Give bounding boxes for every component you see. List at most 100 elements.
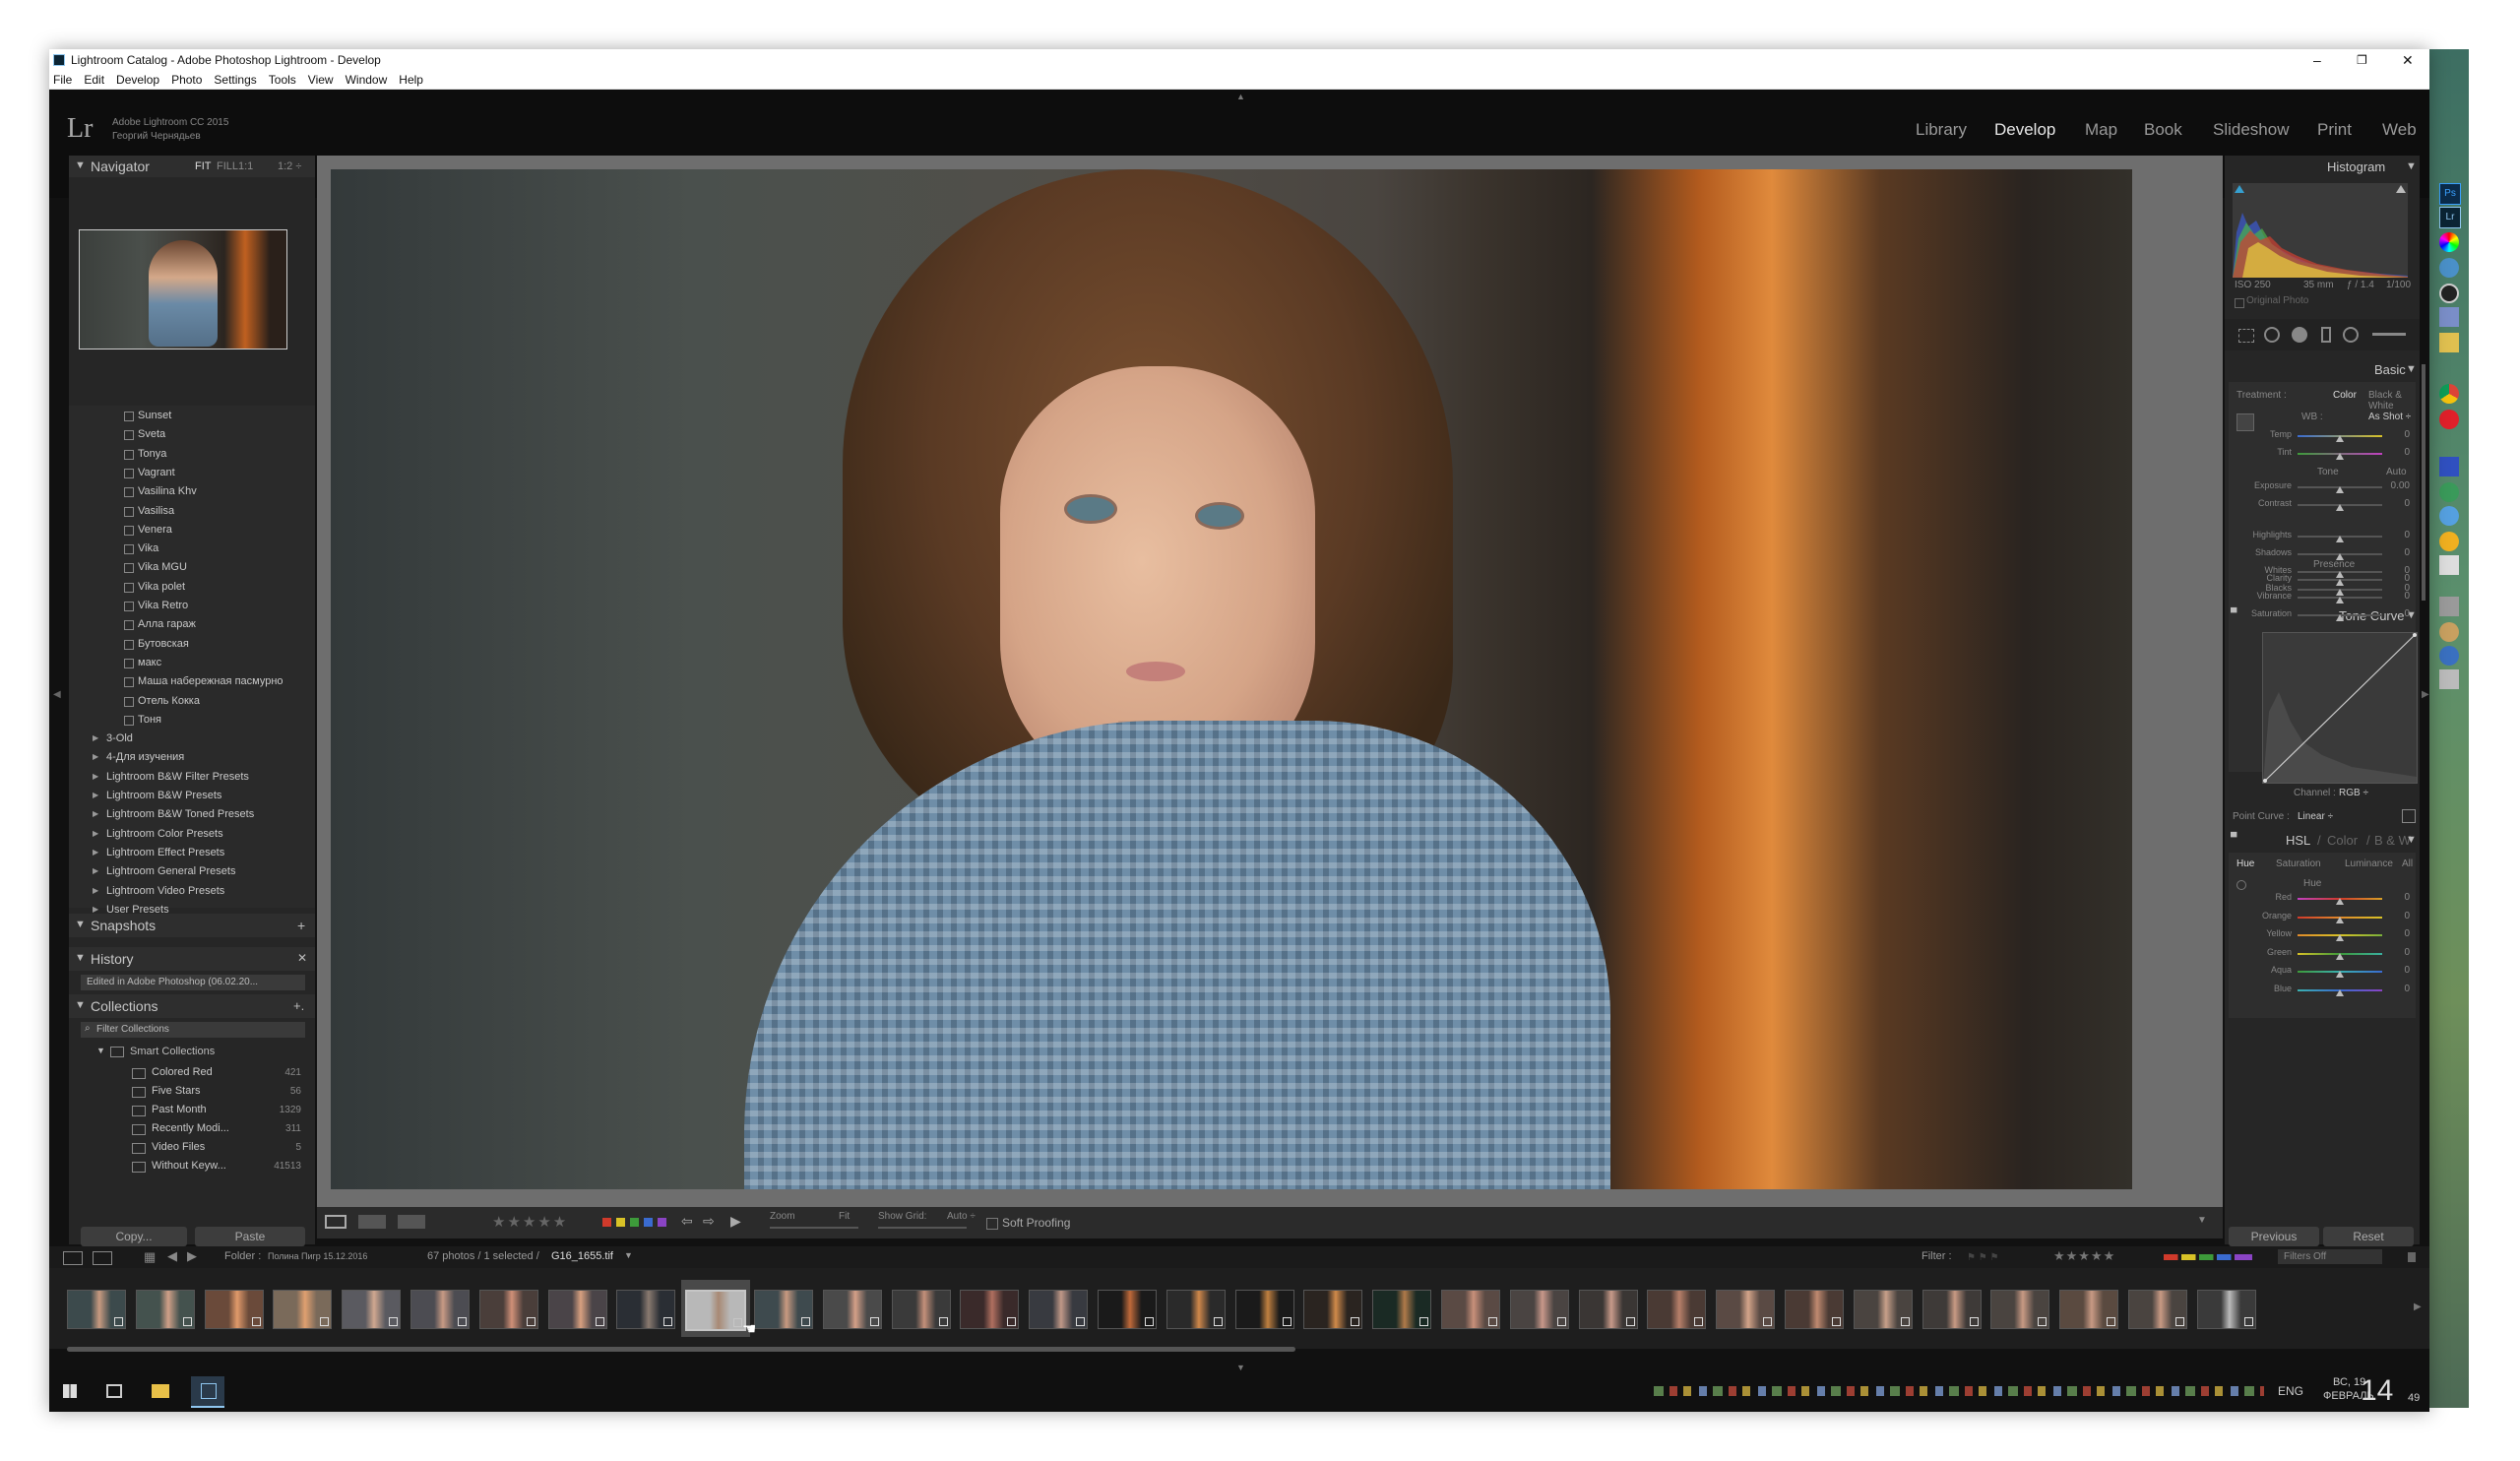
image-dock-icon[interactable] [2439,333,2459,352]
module-book[interactable]: Book [2144,120,2182,140]
history-clear-button[interactable]: ✕ [297,951,307,965]
module-slideshow[interactable]: Slideshow [2213,120,2290,140]
module-web[interactable]: Web [2382,120,2417,140]
hsl-green-value[interactable]: 0 [2380,947,2410,958]
image-viewport[interactable] [317,156,2223,1207]
module-develop[interactable]: Develop [1994,120,2055,140]
system-tray-icons[interactable] [1654,1386,2264,1396]
tone-auto-button[interactable]: Auto [2386,467,2407,477]
hsl-tab-hue[interactable]: Hue [2236,858,2254,869]
hsl-target-icon[interactable] [2236,880,2246,890]
folder-expand-icon[interactable]: ▶ [93,866,98,875]
filmstrip-thumbnail[interactable] [67,1290,126,1329]
lightroom-dock-icon[interactable]: Lr [2439,207,2461,228]
preset-item[interactable]: макс [138,657,161,668]
menu-help[interactable]: Help [393,71,429,89]
maximize-button[interactable]: ❐ [2357,49,2367,71]
treatment-bw[interactable]: Black & White [2368,390,2420,412]
zoom-slider[interactable] [770,1227,858,1229]
forward-icon[interactable]: ▶ [187,1248,197,1264]
filmstrip-thumbnail[interactable] [1029,1290,1089,1329]
shadows-slider-thumb[interactable] [2336,553,2344,560]
preset-item[interactable]: Алла гараж [138,618,196,630]
history-collapse-icon[interactable]: ▼ [75,952,86,964]
tone-curve-black-point[interactable] [2263,779,2267,783]
filter-color-labels[interactable] [2164,1254,2252,1260]
exposure-value[interactable]: 0.00 [2380,480,2410,491]
preset-folder[interactable]: Lightroom B&W Presets [106,790,221,801]
folder-expand-icon[interactable]: ▶ [93,829,98,838]
preset-item[interactable]: Vagrant [138,467,175,478]
folder-expand-icon[interactable]: ▶ [93,886,98,895]
contrast-slider-thumb[interactable] [2336,504,2344,511]
folder-expand-icon[interactable]: ▶ [93,772,98,781]
wb-value[interactable]: As Shot ÷ [2368,412,2411,422]
folder-expand-icon[interactable]: ▶ [93,848,98,857]
selected-filename[interactable]: G16_1655.tif [551,1250,613,1262]
hsl-aqua-slider-thumb[interactable] [2336,971,2344,979]
menu-edit[interactable]: Edit [78,71,110,89]
spot-removal-icon[interactable] [2264,327,2280,343]
navigator-header[interactable]: ▼ Navigator FIT FILL 1:1 1:2 ÷ [69,156,315,177]
point-curve-value[interactable]: Linear ÷ [2298,811,2333,822]
warning-dock-icon[interactable] [2439,532,2459,551]
filmstrip-thumbnail[interactable] [1578,1290,1638,1329]
color-label-red[interactable] [602,1218,611,1227]
preset-item[interactable]: Vika MGU [138,561,187,573]
collections-header[interactable]: ▼ Collections +. [69,994,315,1018]
hsl-blue-slider-thumb[interactable] [2336,989,2344,996]
filmstrip-thumbnail[interactable] [1922,1290,1982,1329]
show-grid-value[interactable]: Auto ÷ [947,1211,976,1222]
vibrance-slider-thumb[interactable] [2336,597,2344,603]
menu-photo[interactable]: Photo [165,71,208,89]
shadow-clipping-icon[interactable] [2235,185,2244,193]
toolbar-menu-icon[interactable]: ▼ [2197,1215,2207,1226]
filmstrip-thumbnail[interactable] [135,1290,195,1329]
paste-button[interactable]: Paste [195,1227,305,1246]
color-label-purple[interactable] [658,1218,666,1227]
histogram-graph[interactable] [2233,183,2408,278]
clarity-value[interactable]: 0 [2380,573,2410,584]
main-window-icon[interactable] [63,1251,83,1265]
filmstrip-thumbnail[interactable] [1303,1290,1363,1329]
menu-view[interactable]: View [302,71,340,89]
next-photo-icon[interactable]: ⇨ [703,1213,715,1230]
rating-stars[interactable]: ★★★★★ [492,1213,568,1231]
preset-folder[interactable]: 3-Old [106,732,133,744]
hsl-tab-all[interactable]: All [2402,858,2413,869]
preset-item[interactable]: Vika [138,542,158,554]
preset-item[interactable]: Бутовская [138,638,189,650]
preset-item[interactable]: Отель Кокка [138,695,200,707]
smart-collection-item[interactable]: Colored Red [152,1066,213,1078]
preset-item[interactable]: Sunset [138,410,171,421]
hsl-collapse-icon[interactable]: ▼ [2406,834,2417,846]
filmstrip-thumbnail[interactable] [1716,1290,1776,1329]
crop-tool-icon[interactable] [2238,329,2254,343]
basic-header[interactable]: Basic ▼ [2225,358,2420,380]
filmstrip-thumbnail[interactable] [1647,1290,1707,1329]
filmstrip-thumbnail[interactable] [822,1290,882,1329]
preset-folder[interactable]: Lightroom B&W Filter Presets [106,771,249,783]
preset-item[interactable]: Vasilina Khv [138,485,197,497]
highlight-clipping-icon[interactable] [2396,185,2406,193]
menu-window[interactable]: Window [340,71,394,89]
usb-dock-icon[interactable] [2439,555,2459,575]
preset-item[interactable]: Venera [138,524,172,536]
file-explorer-icon[interactable] [152,1384,169,1398]
lightroom-taskbar-icon[interactable] [191,1376,224,1408]
smart-collection-item[interactable]: Without Keyw... [152,1160,226,1172]
filter-state-dropdown[interactable]: Filters Off [2278,1249,2382,1264]
exposure-slider-thumb[interactable] [2336,486,2344,493]
hsl-blue-value[interactable]: 0 [2380,984,2410,994]
temp-slider-thumb[interactable] [2336,435,2344,442]
language-indicator[interactable]: ENG [2278,1384,2303,1398]
filmstrip-thumbnail[interactable] [1098,1290,1157,1329]
color-wheel-dock-icon[interactable] [2439,232,2459,252]
zoom-fit[interactable]: FIT [195,160,212,172]
adjustment-brush-icon[interactable] [2372,333,2406,336]
folder-expand-icon[interactable]: ▶ [93,791,98,799]
contrast-value[interactable]: 0 [2380,498,2410,509]
smart-collection-item[interactable]: Past Month [152,1104,207,1115]
snapshots-add-button[interactable]: + [297,918,305,933]
menu-develop[interactable]: Develop [110,71,165,89]
